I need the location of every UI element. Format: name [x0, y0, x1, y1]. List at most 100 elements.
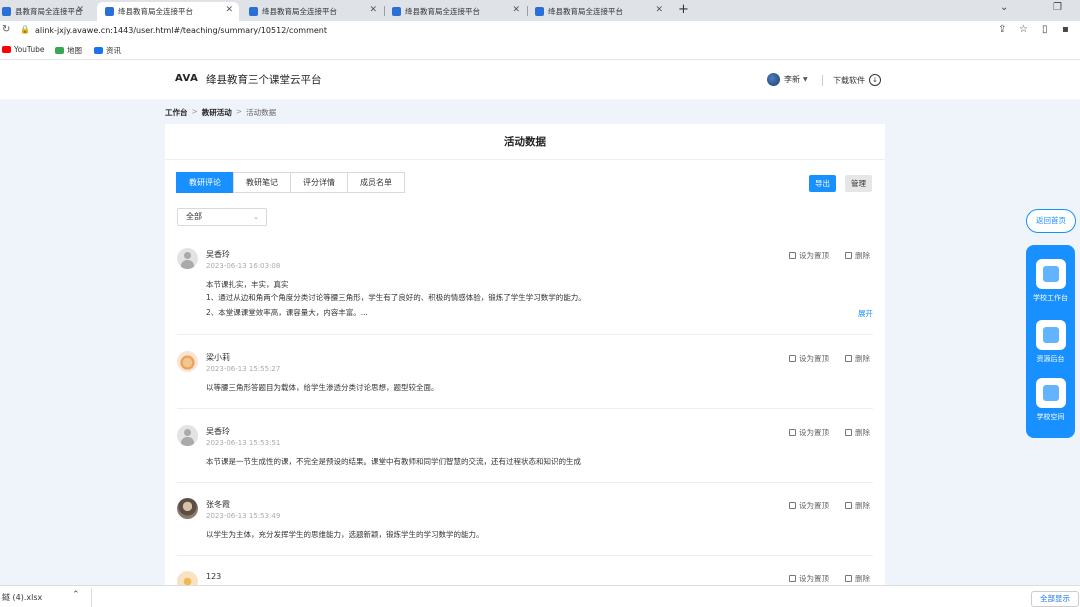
workbench-icon: [1035, 259, 1066, 289]
bookmark-icon: [789, 355, 796, 362]
chevron-up-icon[interactable]: ⌃: [72, 590, 80, 600]
comment-author: 吴香玲: [206, 250, 230, 259]
set-top-button[interactable]: 设为置顶: [789, 573, 829, 584]
bookmark-icon: [789, 429, 796, 436]
delete-button[interactable]: 删除: [845, 427, 870, 438]
maps-icon: [55, 47, 64, 54]
youtube-icon: [2, 46, 11, 53]
chevron-down-icon[interactable]: ⌄: [1000, 2, 1008, 13]
breadcrumb-separator: >: [235, 107, 243, 116]
bookmark-youtube[interactable]: YouTube: [2, 45, 45, 54]
trash-icon: [845, 575, 852, 582]
bookmark-icon: [789, 575, 796, 582]
download-bar: 鐩 (4).xlsx ⌃ 全部显示: [0, 585, 1080, 607]
comment-author: 吴香玲: [206, 427, 230, 436]
delete-button[interactable]: 删除: [845, 250, 870, 261]
favicon-icon: [2, 7, 11, 16]
divider: [822, 75, 823, 86]
delete-button[interactable]: 删除: [845, 353, 870, 364]
comment-time: 2023-06-13 15:55:27: [206, 365, 281, 373]
trash-icon: [845, 252, 852, 259]
avatar: [767, 73, 780, 86]
activity-data-card: 活动数据 教研评论 教研笔记 评分详情 成员名单 导出 管理 全部 ⌄ 吴香玲 …: [165, 124, 885, 594]
school-space-icon: [1035, 378, 1066, 408]
export-button[interactable]: 导出: [809, 175, 836, 192]
download-file[interactable]: 鐩 (4).xlsx: [2, 592, 42, 603]
comment-author: 123: [206, 572, 222, 581]
delete-button[interactable]: 删除: [845, 573, 870, 584]
tab-close-icon[interactable]: ✕: [655, 5, 663, 15]
comment-item: 梁小莉 2023-06-13 15:55:27 以等腰三角形答题目为载体，给学生…: [177, 351, 873, 409]
set-top-button[interactable]: 设为置顶: [789, 500, 829, 511]
favicon-icon: [249, 7, 258, 16]
set-top-button[interactable]: 设为置顶: [789, 353, 829, 364]
back-home-button[interactable]: 返回首页: [1026, 209, 1076, 233]
url-field[interactable]: alink-jxjy.avawe.cn:1443/user.html#/teac…: [35, 26, 327, 35]
download-icon: ↓: [869, 74, 881, 86]
tab-scores[interactable]: 评分详情: [290, 172, 348, 193]
browser-tab-bar: 县教育局全连接平台 ✕ 绛县教育局全连接平台 ✕ 绛县教育局全连接平台 ✕ 绛县…: [0, 0, 1080, 21]
comment-time: 2023-06-13 15:53:49: [206, 512, 281, 520]
address-bar: ↻ 🔒 alink-jxjy.avawe.cn:1443/user.html#/…: [0, 21, 1080, 41]
new-tab-icon[interactable]: +: [678, 2, 689, 17]
manage-button[interactable]: 管理: [845, 175, 872, 192]
browser-tab[interactable]: 绛县教育局全连接平台 ✕: [527, 2, 669, 21]
filter-select[interactable]: 全部 ⌄: [177, 208, 267, 226]
bookmark-news[interactable]: 资讯: [94, 45, 121, 56]
profile-icon[interactable]: ▪: [1062, 24, 1069, 35]
tab-close-icon[interactable]: ✕: [76, 5, 84, 15]
favicon-icon: [105, 7, 114, 16]
tab-members[interactable]: 成员名单: [347, 172, 405, 193]
breadcrumb-activities[interactable]: 教研活动: [202, 107, 232, 118]
download-software-link[interactable]: 下载软件 ↓: [833, 74, 881, 86]
favicon-icon: [535, 7, 544, 16]
breadcrumb: 工作台 > 教研活动 > 活动数据: [165, 107, 276, 118]
lock-icon[interactable]: 🔒: [20, 25, 30, 34]
comment-author: 梁小莉: [206, 353, 230, 362]
comment-item: 张冬霞 2023-06-13 15:53:49 以学生为主体，充分发挥学生的思维…: [177, 498, 873, 556]
breadcrumb-separator: >: [191, 107, 198, 116]
tab-notes[interactable]: 教研笔记: [233, 172, 291, 193]
resource-icon: [1035, 320, 1066, 350]
restore-icon[interactable]: ❐: [1053, 2, 1062, 13]
tab-close-icon[interactable]: ✕: [225, 5, 233, 15]
star-icon[interactable]: ☆: [1019, 24, 1028, 35]
divider: [91, 588, 92, 607]
sidebar-icon[interactable]: ▯: [1042, 24, 1048, 35]
tab-close-icon[interactable]: ✕: [369, 5, 377, 15]
comment-item: 吴香玲 2023-06-13 16:03:08 本节课扎实，丰实，真实 1、通过…: [177, 248, 873, 335]
comment-text: 2、本堂课课堂效率高，课容量大，内容丰富。...: [206, 308, 368, 317]
delete-button[interactable]: 删除: [845, 500, 870, 511]
page-title: 活动数据: [165, 124, 885, 160]
show-all-button[interactable]: 全部显示: [1031, 591, 1079, 607]
reload-icon[interactable]: ↻: [2, 24, 10, 35]
side-item-school-space[interactable]: 学校空间: [1026, 378, 1075, 422]
site-logo[interactable]: AVA: [175, 73, 198, 84]
comment-item: 吴香玲 2023-06-13 15:53:51 本节课是一节生成性的课，不完全是…: [177, 425, 873, 483]
side-item-resource-admin[interactable]: 资源后台: [1026, 320, 1075, 364]
expand-link[interactable]: 展开: [858, 308, 873, 319]
page: AVA 绛县教育三个课堂云平台 李新 ▼ 下载软件 ↓ 工作台 > 教研活动 >…: [0, 61, 1080, 594]
chevron-down-icon: ⌄: [253, 213, 259, 221]
news-icon: [94, 47, 103, 54]
bookmark-maps[interactable]: 地图: [55, 45, 82, 56]
tab-close-icon[interactable]: ✕: [512, 5, 520, 15]
breadcrumb-workbench[interactable]: 工作台: [165, 107, 188, 118]
side-item-school-workbench[interactable]: 学校工作台: [1026, 259, 1075, 303]
set-top-button[interactable]: 设为置顶: [789, 250, 829, 261]
trash-icon: [845, 502, 852, 509]
tab-group: 教研评论 教研笔记 评分详情 成员名单: [176, 172, 405, 193]
avatar: [177, 351, 198, 372]
browser-tab[interactable]: 绛县教育局全连接平台 ✕: [384, 2, 526, 21]
caret-down-icon: ▼: [803, 76, 808, 83]
comment-text: 本节课是一节生成性的课，不完全是预设的结果。课堂中有教师和同学们智慧的交流，还有…: [206, 457, 581, 466]
user-menu[interactable]: 李新 ▼: [767, 73, 808, 86]
browser-tab-active[interactable]: 绛县教育局全连接平台 ✕: [97, 2, 239, 21]
browser-tab[interactable]: 绛县教育局全连接平台 ✕: [241, 2, 383, 21]
browser-tab[interactable]: 县教育局全连接平台 ✕: [0, 2, 90, 21]
tab-comments[interactable]: 教研评论: [176, 172, 234, 193]
set-top-button[interactable]: 设为置顶: [789, 427, 829, 438]
bookmark-icon: [789, 252, 796, 259]
comment-text: 本节课扎实，丰实，真实: [206, 280, 289, 289]
share-icon[interactable]: ⇪: [998, 24, 1006, 35]
